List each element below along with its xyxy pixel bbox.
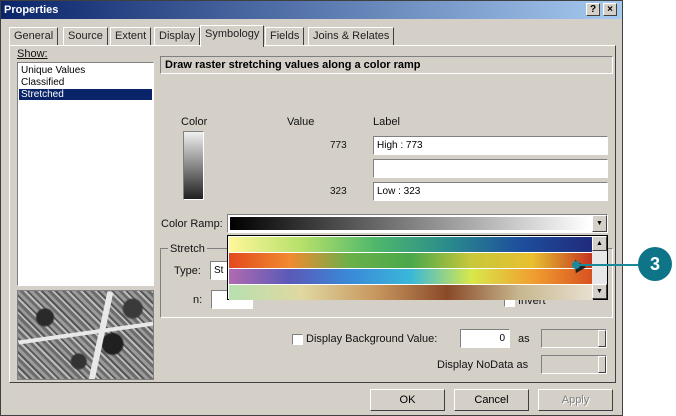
tab-extent[interactable]: Extent — [110, 27, 152, 45]
high-value: 773 — [330, 140, 347, 151]
chevron-down-icon[interactable] — [598, 356, 606, 373]
title-bar: Properties ? × — [1, 1, 622, 19]
callout-dot — [572, 261, 580, 269]
ok-button[interactable]: OK — [370, 389, 445, 411]
chevron-down-icon[interactable] — [598, 330, 606, 347]
color-ramp-swatch[interactable] — [183, 131, 204, 200]
tab-display[interactable]: Display — [154, 27, 201, 45]
road-shape — [88, 291, 114, 379]
high-label-field[interactable]: High : 773 — [373, 136, 608, 155]
help-button[interactable]: ? — [586, 3, 600, 16]
background-value-label: Display Background Value: — [306, 333, 438, 345]
list-item-unique-values[interactable]: Unique Values — [19, 65, 152, 76]
raster-preview-thumbnail — [17, 290, 154, 380]
nodata-label: Display NoData as — [437, 359, 529, 371]
window-title: Properties — [4, 4, 59, 16]
callout-line — [575, 264, 640, 266]
show-list[interactable]: Unique Values Classified Stretched — [17, 62, 154, 286]
tab-symbology[interactable]: Symbology — [200, 25, 265, 47]
tab-joins-relates[interactable]: Joins & Relates — [308, 27, 395, 45]
list-item-stretched[interactable]: Stretched — [19, 89, 152, 100]
middle-label-field[interactable] — [373, 159, 608, 178]
value-column-header: Value — [287, 116, 315, 128]
nodata-color-select[interactable] — [541, 355, 607, 374]
tab-fields[interactable]: Fields — [265, 27, 305, 45]
background-as-label: as — [518, 333, 530, 345]
close-button[interactable]: × — [603, 3, 617, 16]
ramp-option-yellow-green-blue[interactable] — [229, 237, 593, 252]
chevron-down-icon[interactable]: ▼ — [592, 215, 607, 232]
ramp-option-pastel-green-brown[interactable] — [229, 285, 593, 300]
background-color-select[interactable] — [541, 329, 607, 348]
tab-general[interactable]: General — [9, 27, 59, 45]
background-value-field[interactable]: 0 — [460, 329, 510, 348]
ramp-option-multi-hue[interactable] — [229, 269, 593, 284]
stretch-group-label: Stretch — [168, 243, 207, 255]
n-label: n: — [193, 294, 203, 306]
background-value-checkbox[interactable] — [292, 334, 303, 345]
selected-color-ramp — [230, 217, 590, 230]
list-item-classified[interactable]: Classified — [19, 77, 152, 88]
low-label-field[interactable]: Low : 323 — [373, 182, 608, 201]
cancel-button[interactable]: Cancel — [454, 389, 529, 411]
show-label: Show: — [17, 48, 48, 60]
method-description-text: Draw raster stretching values along a co… — [165, 59, 421, 71]
ramp-option-orange-green-yellow-red[interactable] — [228, 252, 594, 269]
scroll-up-icon[interactable]: ▲ — [592, 236, 607, 251]
label-column-header: Label — [373, 116, 400, 128]
color-ramp-label: Color Ramp: — [161, 218, 223, 230]
color-ramp-dropdown-list[interactable]: ▲ ▼ — [227, 235, 608, 300]
callout-number-badge: 3 — [638, 247, 672, 281]
road-shape — [18, 321, 153, 345]
scroll-down-icon[interactable]: ▼ — [592, 284, 607, 299]
apply-button[interactable]: Apply — [538, 389, 613, 411]
low-value: 323 — [330, 186, 347, 197]
dropdown-scrollbar[interactable]: ▲ ▼ — [592, 236, 607, 299]
color-column-header: Color — [181, 116, 208, 128]
method-description: Draw raster stretching values along a co… — [160, 56, 613, 74]
tab-source[interactable]: Source — [63, 27, 108, 45]
stretch-type-label: Type: — [174, 265, 201, 277]
color-ramp-select[interactable]: ▼ — [227, 214, 608, 233]
